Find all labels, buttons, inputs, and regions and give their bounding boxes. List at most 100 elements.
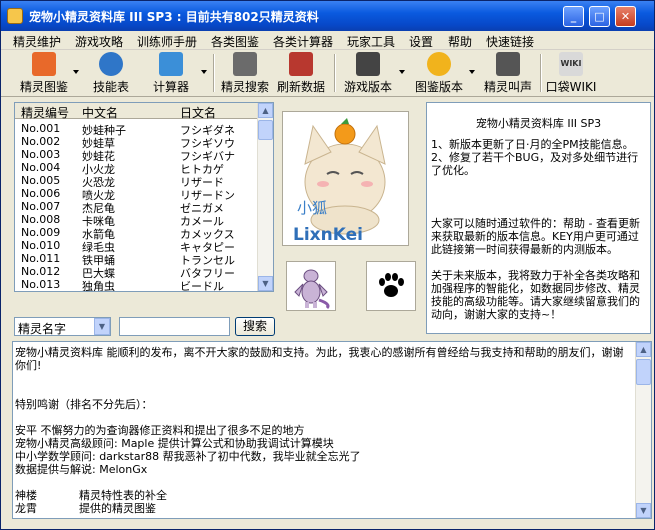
toolbar: 精灵图鉴 技能表 计算器 精灵搜索 刷新数据 游戏版本 图鉴版本 精灵叫声 WI… xyxy=(1,50,654,97)
mewtwo-sprite-icon xyxy=(294,269,330,310)
credits-line: 中小学数学顾问: darkstar88 帮我恶补了初中代数，我毕业就全忘光了 xyxy=(15,450,361,463)
credits-line xyxy=(15,476,625,489)
list-item-number: No.006 xyxy=(21,187,61,200)
toolbar-separator xyxy=(540,54,542,92)
chevron-down-icon[interactable] xyxy=(201,70,207,74)
credits-text-area[interactable]: 宠物小精灵资料库 能顺利的发布，离不开大家的鼓励和支持。为此，我衷心的感谢所有曾… xyxy=(12,341,652,519)
list-item-chinese-name: 独角虫 xyxy=(82,280,115,292)
toolbar-game-version-button[interactable]: 游戏版本 xyxy=(342,52,394,95)
menu-item-help[interactable]: 帮助 xyxy=(448,33,472,50)
menu-item-pokemon-maintenance[interactable]: 精灵维护 xyxy=(13,33,61,50)
credits-line xyxy=(15,411,625,424)
menu-item-pokedex-types[interactable]: 各类图鉴 xyxy=(211,33,259,50)
list-item[interactable]: No.007 杰尼龟 ゼニガメ xyxy=(15,200,260,215)
window-title: 宠物小精灵资料库 III SP3 : 目前共有802只精灵资料 xyxy=(29,10,319,24)
app-window: 宠物小精灵资料库 III SP3 : 目前共有802只精灵资料 _ □ ✕ 精灵… xyxy=(0,0,655,530)
list-item[interactable]: No.011 铁甲蛹 トランセル xyxy=(15,252,260,267)
list-item[interactable]: No.005 火恐龙 リザード xyxy=(15,174,260,189)
credits-line: 神楼 精灵特性表的补全 xyxy=(15,489,167,502)
list-item-number: No.003 xyxy=(21,148,61,161)
info-line: 关于未来版本，我将致力于补全各类攻略和加强程序的智能化，如数据同步修改、精灵技能… xyxy=(431,269,640,321)
list-item[interactable]: No.010 绿毛虫 キャタピー xyxy=(15,239,260,254)
credits-line: 数据提供与解说: MelonGx xyxy=(15,463,148,476)
pokemon-sprite xyxy=(286,261,336,311)
toolbar-calculator-button[interactable]: 计算器 xyxy=(149,52,193,95)
author-avatar: 小狐 LixnKei xyxy=(282,111,409,246)
search-field-select[interactable]: 精灵名字 ▼ xyxy=(14,317,111,336)
list-item-number: No.009 xyxy=(21,226,61,239)
scroll-up-button[interactable]: ▲ xyxy=(636,342,651,357)
chevron-down-icon[interactable] xyxy=(399,70,405,74)
list-item[interactable]: No.002 妙蛙草 フシギソウ xyxy=(15,135,260,150)
toolbar-refresh-button[interactable]: 刷新数据 xyxy=(275,52,327,95)
menu-item-calculators[interactable]: 各类计算器 xyxy=(273,33,333,50)
credits-line: 安平 不懈努力的为查询器修正资料和提出了很多不足的地方 xyxy=(15,424,305,437)
list-item[interactable]: No.013 独角虫 ビードル xyxy=(15,278,260,291)
list-header: 精灵编号 中文名 日文名 xyxy=(15,103,260,121)
chevron-down-icon[interactable] xyxy=(469,70,475,74)
menu-item-game-guide[interactable]: 游戏攻略 xyxy=(75,33,123,50)
list-item-number: No.007 xyxy=(21,200,61,213)
wiki-icon: WIKI xyxy=(559,52,583,76)
scroll-thumb[interactable] xyxy=(258,120,273,140)
fox-illustration: 小狐 LixnKei xyxy=(283,112,408,245)
toolbar-separator xyxy=(334,54,336,92)
smiley-icon xyxy=(427,52,451,76)
info-line: 大家可以随时通过软件的：帮助 - 查看更新 来获取最新的版本信息。KEY用户更可… xyxy=(431,217,640,256)
toolbar-separator xyxy=(213,54,215,92)
chevron-down-icon[interactable]: ▼ xyxy=(94,318,110,335)
list-item[interactable]: No.009 水箭龟 カメックス xyxy=(15,226,260,241)
scroll-down-button[interactable]: ▼ xyxy=(258,276,273,291)
list-item-number: No.001 xyxy=(21,122,61,135)
list-item[interactable]: No.003 妙蛙花 フシギバナ xyxy=(15,148,260,163)
list-scrollbar[interactable]: ▲ ▼ xyxy=(257,103,273,291)
list-item[interactable]: No.008 卡咪龟 カメール xyxy=(15,213,260,228)
toolbar-wiki-button[interactable]: WIKI 口袋WIKI xyxy=(545,52,597,95)
credits-text: 宠物小精灵资料库 能顺利的发布，离不开大家的鼓励和支持。为此，我衷心的感谢所有曾… xyxy=(15,346,625,515)
list-item[interactable]: No.001 妙蛙种子 フシギダネ xyxy=(15,122,260,137)
toolbar-search-button[interactable]: 精灵搜索 xyxy=(219,52,271,95)
menu-bar: 精灵维护 游戏攻略 训练师手册 各类图鉴 各类计算器 玩家工具 设置 帮助 快速… xyxy=(1,31,654,50)
list-item-number: No.012 xyxy=(21,265,61,278)
search-button[interactable]: 搜索 xyxy=(235,317,275,336)
rss-book-icon xyxy=(32,52,56,76)
title-bar: 宠物小精灵资料库 III SP3 : 目前共有802只精灵资料 _ □ ✕ xyxy=(1,1,654,31)
credits-line xyxy=(15,372,625,385)
app-icon xyxy=(7,8,23,24)
column-header-chinese-name[interactable]: 中文名 xyxy=(82,104,118,121)
scroll-up-button[interactable]: ▲ xyxy=(258,103,273,118)
refresh-icon xyxy=(289,52,313,76)
toolbar-cry-button[interactable]: 精灵叫声 xyxy=(482,52,534,95)
list-item-number: No.010 xyxy=(21,239,61,252)
column-header-japanese-name[interactable]: 日文名 xyxy=(180,104,216,121)
list-item[interactable]: No.012 巴大蝶 バタフリー xyxy=(15,265,260,280)
menu-item-trainer-manual[interactable]: 训练师手册 xyxy=(137,33,197,50)
close-button[interactable]: ✕ xyxy=(615,6,636,27)
list-item-number: No.002 xyxy=(21,135,61,148)
menu-item-player-tools[interactable]: 玩家工具 xyxy=(347,33,395,50)
toolbar-moves-button[interactable]: 技能表 xyxy=(89,52,133,95)
music-note-icon xyxy=(496,52,520,76)
minimize-button[interactable]: _ xyxy=(563,6,584,27)
info-line: 2、修复了若干个BUG，及对多处细节进行了优化。 xyxy=(431,151,639,177)
toolbar-dex-version-button[interactable]: 图鉴版本 xyxy=(413,52,465,95)
toolbar-pokedex-button[interactable]: 精灵图鉴 xyxy=(18,52,70,95)
info-spacer xyxy=(431,256,646,269)
menu-item-quick-links[interactable]: 快速链接 xyxy=(486,33,534,50)
list-item[interactable]: No.006 喷火龙 リザードン xyxy=(15,187,260,202)
version-info-panel: 宠物小精灵资料库 III SP3 1、新版本更新了日·月的全PM技能信息。 2、… xyxy=(426,102,651,334)
maximize-button[interactable]: □ xyxy=(589,6,610,27)
info-title: 宠物小精灵资料库 III SP3 xyxy=(475,117,602,130)
gamepad-icon xyxy=(356,52,380,76)
list-item-number: No.011 xyxy=(21,252,61,265)
column-header-number[interactable]: 精灵编号 xyxy=(21,104,69,121)
scroll-thumb[interactable] xyxy=(636,359,651,385)
search-input[interactable] xyxy=(119,317,230,336)
chevron-down-icon[interactable] xyxy=(73,70,79,74)
list-item-number: No.008 xyxy=(21,213,61,226)
credits-scrollbar[interactable]: ▲ ▼ xyxy=(635,342,651,518)
menu-item-settings[interactable]: 设置 xyxy=(409,33,433,50)
list-item[interactable]: No.004 小火龙 ヒトカゲ xyxy=(15,161,260,176)
list-item-number: No.005 xyxy=(21,174,61,187)
scroll-down-button[interactable]: ▼ xyxy=(636,503,651,518)
